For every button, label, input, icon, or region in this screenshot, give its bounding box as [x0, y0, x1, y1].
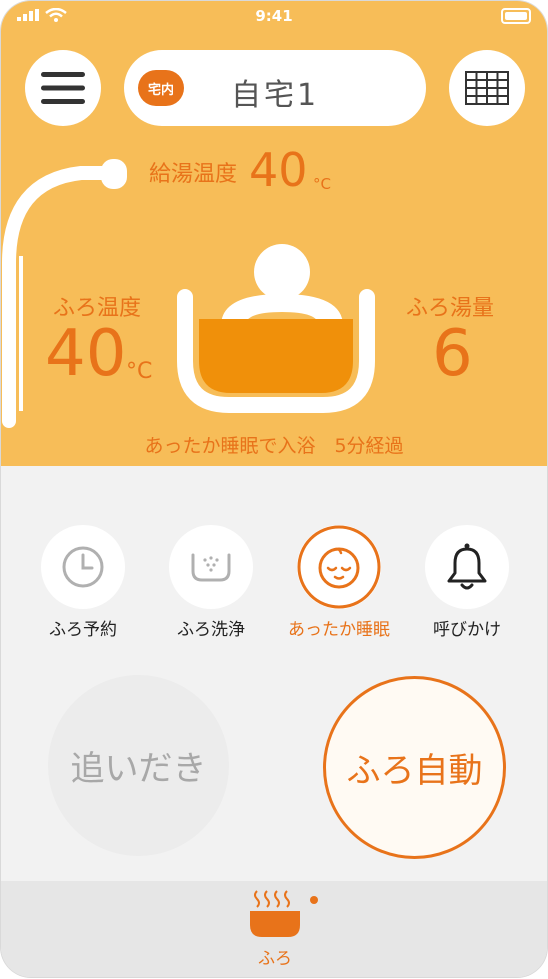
- status-bar: 9:41: [1, 1, 547, 31]
- func-circle: [41, 525, 125, 609]
- sleeping-face-icon: [297, 525, 381, 609]
- bath-volume-value: 6: [432, 317, 473, 391]
- tab-bath[interactable]: ふろ: [241, 887, 309, 971]
- location-selector[interactable]: 宅内 自宅1: [124, 50, 426, 126]
- supply-temp-value: 40: [249, 143, 308, 197]
- func-label: 呼びかけ: [433, 620, 501, 640]
- bottom-nav: ふろ: [1, 881, 547, 977]
- func-bath-wash[interactable]: ふろ洗浄: [158, 525, 264, 645]
- func-circle: [297, 525, 381, 609]
- phone-frame: 9:41 宅内 自宅1 給湯温度 40 °C ふろ温度 40 °C ふろ湯量 6…: [1, 1, 547, 977]
- hamburger-menu-icon: [41, 72, 85, 104]
- tub-wash-icon: [191, 553, 231, 582]
- func-circle: [169, 525, 253, 609]
- bather-head: [254, 244, 310, 300]
- keypad-button[interactable]: [449, 50, 525, 126]
- hero-panel: 9:41 宅内 自宅1 給湯温度 40 °C ふろ温度 40 °C ふろ湯量 6…: [1, 1, 547, 466]
- tub-water: [199, 319, 353, 393]
- clock-icon: [62, 546, 104, 588]
- menu-button[interactable]: [25, 50, 101, 126]
- status-time: 9:41: [255, 7, 293, 25]
- supply-temp-unit: °C: [313, 175, 331, 193]
- bath-temp-value: 40: [45, 317, 127, 391]
- func-warm-sleep[interactable]: あったか睡眠: [286, 525, 392, 645]
- location-name: 自宅1: [230, 78, 320, 113]
- func-label: ふろ予約: [49, 620, 117, 640]
- bath-auto-button[interactable]: ふろ自動: [323, 676, 506, 859]
- tab-bath-label: ふろ: [258, 949, 292, 969]
- bath-tab-icon: [250, 890, 300, 937]
- func-label: ふろ洗浄: [177, 620, 245, 640]
- func-circle: [425, 525, 509, 609]
- notification-dot: [310, 896, 318, 904]
- bath-status-text: あったか睡眠で入浴 5分経過: [144, 435, 404, 457]
- bath-temp-unit: °C: [126, 359, 153, 384]
- bell-icon: [447, 543, 487, 590]
- reheat-button[interactable]: 追いだき: [48, 675, 229, 856]
- battery-icon: [501, 8, 531, 24]
- keypad-grid-icon: [465, 71, 509, 105]
- func-bath-reservation[interactable]: ふろ予約: [30, 525, 136, 645]
- func-label: あったか睡眠: [288, 620, 390, 640]
- func-call[interactable]: 呼びかけ: [414, 525, 520, 645]
- supply-temp-label: 給湯温度: [149, 162, 238, 187]
